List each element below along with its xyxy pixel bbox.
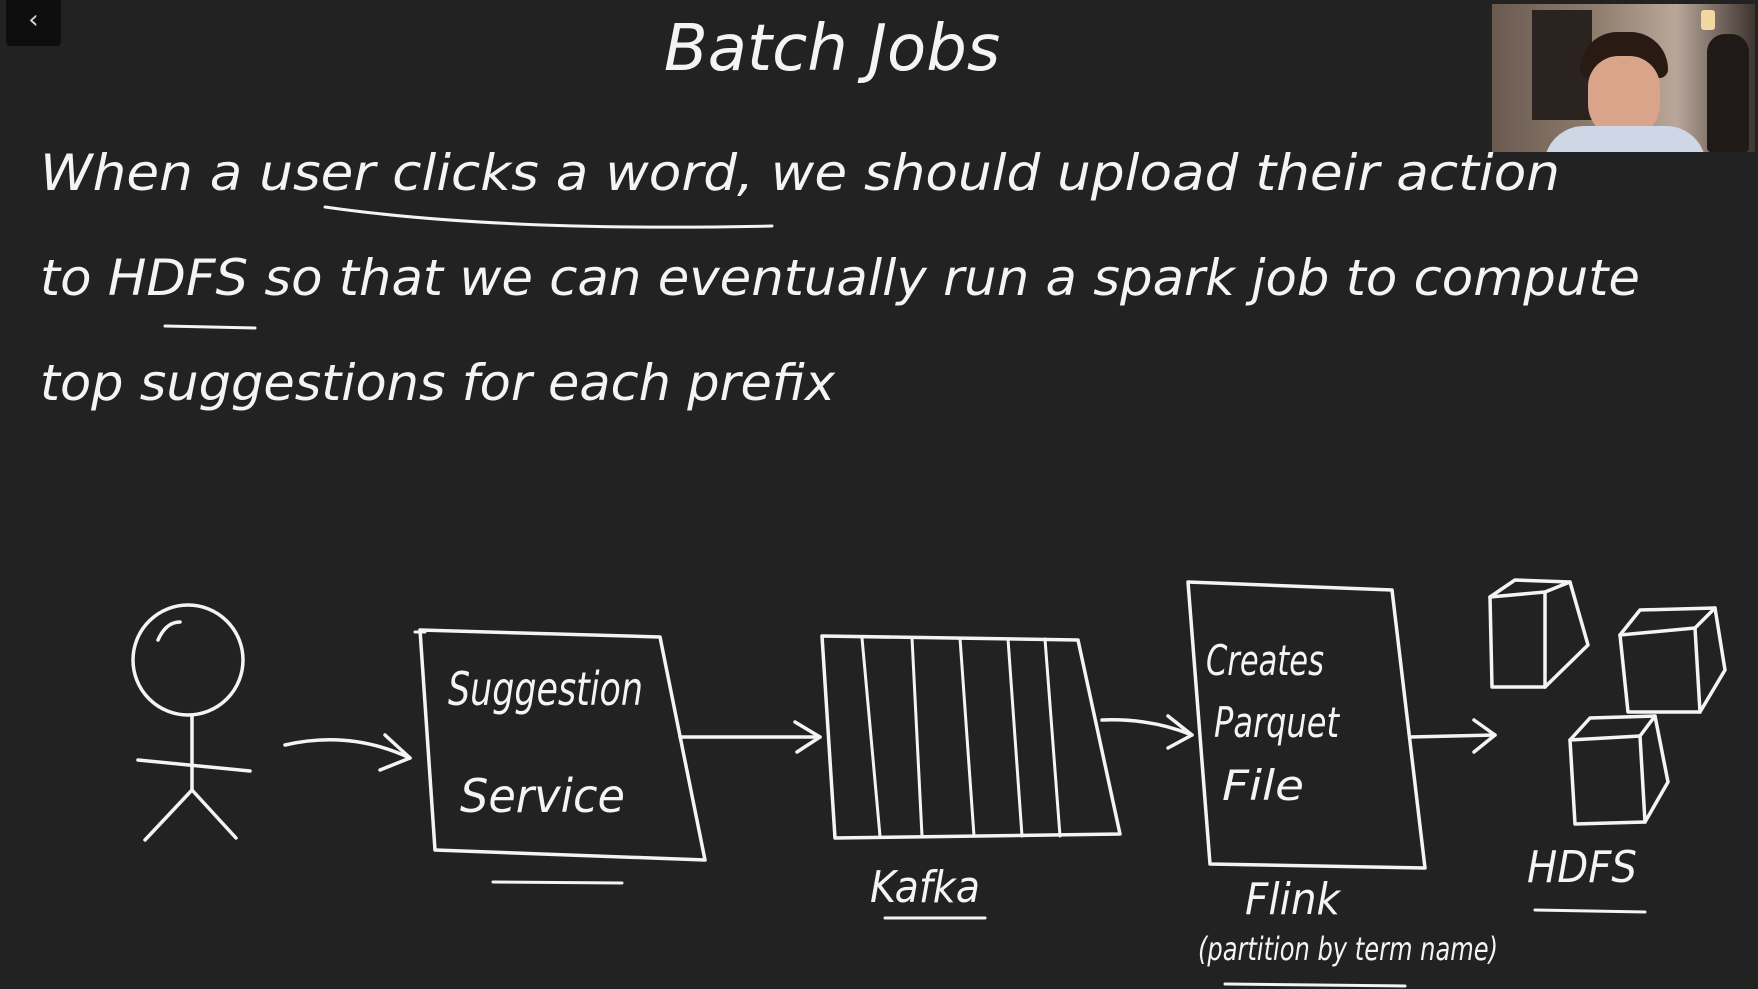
hdfs-label: HDFS [1527,842,1637,893]
kafka-queue: Kafka [820,634,1122,920]
body-line-2: to HDFS so that we can eventually run a … [40,249,1640,307]
flink-sublabel: (partition by term name) [1198,930,1498,968]
hdfs-cube-2 [1618,606,1727,714]
arrow-flink-to-hdfs [1408,718,1497,754]
suggestion-service-box: Suggestion Service [413,628,707,885]
hdfs-cluster: HDFS [1488,578,1727,914]
underline-hdfs [163,324,257,330]
body-line-3: top suggestions for each prefix [40,354,835,412]
underline-user-clicks-word [323,205,774,229]
arrow-service-to-kafka [678,720,822,754]
slide-title: Batch Jobs [664,12,1000,86]
hdfs-cube-1 [1488,578,1590,689]
arrow-user-to-service [283,733,412,772]
user-stick-figure [131,603,252,842]
flink-underline [1223,982,1407,988]
flink-box: Creates Parquet File Flink (partition by… [1186,580,1498,988]
hdfs-cube-3 [1568,714,1670,826]
kafka-label: Kafka [870,862,980,913]
flink-box-line-1: Creates [1206,636,1324,685]
service-underline [491,880,624,885]
whiteboard: Batch Jobs When a user clicks a word, we… [40,12,1727,988]
service-label-line-2: Service [460,769,625,823]
hdfs-underline [1533,908,1647,914]
flink-label: Flink [1245,874,1341,925]
service-label-line-1: Suggestion [448,662,643,716]
flink-box-line-3: File [1222,761,1304,810]
arrow-kafka-to-flink [1100,714,1194,750]
flink-box-line-2: Parquet [1214,698,1340,747]
body-line-1: When a user clicks a word, we should upl… [40,144,1560,202]
